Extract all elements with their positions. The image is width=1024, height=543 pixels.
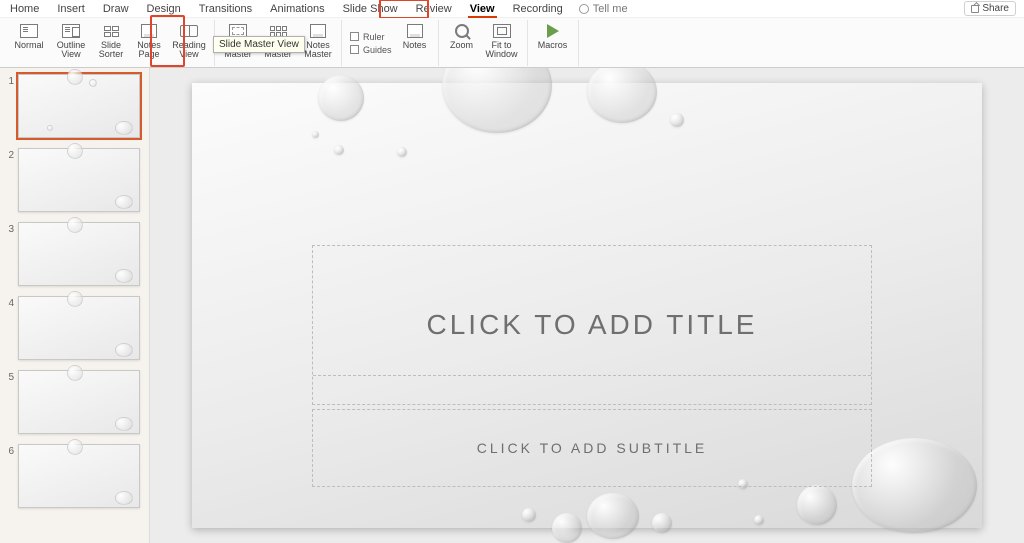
sorter-icon <box>104 26 119 37</box>
thumb-number: 1 <box>4 74 14 87</box>
notes-page-icon <box>141 24 157 38</box>
thumb-number: 3 <box>4 222 14 235</box>
slide-thumbnail-2[interactable] <box>18 148 140 212</box>
tell-me-search[interactable]: Tell me <box>579 3 628 15</box>
tooltip-slide-master: Slide Master View <box>213 36 305 53</box>
menu-bar: Home Insert Draw Design Transitions Anim… <box>0 0 1024 18</box>
decoration-drop <box>587 493 639 539</box>
menu-draw[interactable]: Draw <box>101 2 131 16</box>
slide-thumbnail-5[interactable] <box>18 370 140 434</box>
btn-notes-page[interactable]: Notes Page <box>132 20 166 60</box>
slide-thumbnail-3[interactable] <box>18 222 140 286</box>
tell-me-label: Tell me <box>593 3 628 15</box>
btn-slide-sorter[interactable]: Slide Sorter <box>94 20 128 60</box>
reading-icon <box>180 25 198 37</box>
slide-thumbnail-1[interactable] <box>18 74 140 138</box>
menu-view[interactable]: View <box>468 2 497 16</box>
share-button[interactable]: Share <box>964 1 1016 16</box>
chk-guides[interactable]: Guides <box>350 45 392 55</box>
ribbon: Normal Outline View Slide Sorter Notes P… <box>0 18 1024 68</box>
checkbox-icon <box>350 45 359 54</box>
menu-slideshow[interactable]: Slide Show <box>341 2 400 16</box>
handout-master-icon <box>270 26 287 37</box>
slide[interactable]: CLICK TO ADD TITLE CLICK TO ADD SUBTITLE <box>192 83 982 528</box>
bulb-icon <box>579 4 589 14</box>
btn-outline-view[interactable]: Outline View <box>52 20 90 60</box>
decoration-drop <box>587 68 657 123</box>
menu-review[interactable]: Review <box>414 2 454 16</box>
menu-design[interactable]: Design <box>145 2 183 16</box>
chk-ruler[interactable]: Ruler <box>350 32 392 42</box>
decoration-drop <box>754 515 764 525</box>
subtitle-placeholder[interactable]: CLICK TO ADD SUBTITLE <box>312 409 872 487</box>
decoration-drop <box>797 485 837 525</box>
menu-home[interactable]: Home <box>8 2 41 16</box>
menu-animations[interactable]: Animations <box>268 2 326 16</box>
normal-icon <box>20 24 38 38</box>
btn-zoom[interactable]: Zoom <box>445 20 479 50</box>
thumb-number: 5 <box>4 370 14 383</box>
decoration-drop <box>334 145 344 155</box>
menu-transitions[interactable]: Transitions <box>197 2 254 16</box>
decoration-drop <box>318 75 364 121</box>
btn-normal[interactable]: Normal <box>10 20 48 50</box>
menu-insert[interactable]: Insert <box>55 2 87 16</box>
thumb-number: 4 <box>4 296 14 309</box>
thumb-number: 6 <box>4 444 14 457</box>
outline-icon <box>62 24 80 38</box>
macro-icon <box>547 24 559 38</box>
btn-reading-view[interactable]: Reading View <box>170 20 208 60</box>
slide-canvas-area[interactable]: CLICK TO ADD TITLE CLICK TO ADD SUBTITLE <box>150 68 1024 543</box>
group-master-views: Slide Master Handout Master Notes Master… <box>215 20 342 66</box>
group-macros: Macros <box>528 20 579 66</box>
group-show: Ruler Guides Notes <box>342 20 439 66</box>
notes-master-icon <box>310 24 326 38</box>
group-presentation-views: Normal Outline View Slide Sorter Notes P… <box>4 20 215 66</box>
decoration-drop <box>442 68 552 133</box>
workspace: 1 2 3 4 <box>0 68 1024 543</box>
notes-icon <box>407 24 423 38</box>
checkbox-icon <box>350 32 359 41</box>
btn-macros[interactable]: Macros <box>534 20 572 50</box>
share-label: Share <box>982 3 1009 14</box>
group-zoom: Zoom Fit to Window <box>439 20 528 66</box>
decoration-drop <box>552 513 582 543</box>
slide-thumbnail-4[interactable] <box>18 296 140 360</box>
slide-thumbnail-6[interactable] <box>18 444 140 508</box>
btn-notes[interactable]: Notes <box>398 20 432 50</box>
decoration-drop <box>312 131 319 138</box>
share-icon <box>971 5 979 13</box>
menu-recording[interactable]: Recording <box>511 2 565 16</box>
title-placeholder[interactable]: CLICK TO ADD TITLE <box>312 245 872 405</box>
decoration-drop <box>652 513 672 533</box>
btn-notes-master[interactable]: Notes Master <box>301 20 335 60</box>
thumbnail-pane[interactable]: 1 2 3 4 <box>0 68 150 543</box>
decoration-drop <box>397 147 407 157</box>
decoration-drop <box>670 113 684 127</box>
zoom-icon <box>455 24 469 38</box>
thumb-number: 2 <box>4 148 14 161</box>
btn-fit-to-window[interactable]: Fit to Window <box>483 20 521 60</box>
fit-window-icon <box>493 24 511 38</box>
decoration-drop <box>522 508 536 522</box>
